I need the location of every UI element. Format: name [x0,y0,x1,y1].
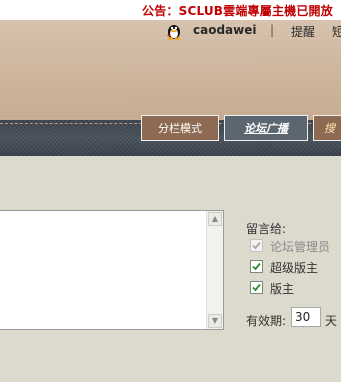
message-textarea[interactable]: ▲ ▼ [0,210,224,330]
moderator-label: 版主 [270,282,295,296]
announcement-text[interactable]: 公告：SCLUB雲端專屬主機已開放 [142,2,333,19]
checkmark-icon [252,262,261,271]
tab-search[interactable]: 搜 [313,115,341,141]
separator: | [270,23,275,37]
validity-label: 有效期: [246,314,287,328]
scroll-down-icon[interactable]: ▼ [208,314,222,328]
admin-label: 论坛管理员 [270,240,331,254]
qq-penguin-icon [165,22,183,40]
admin-checkbox[interactable] [250,239,263,252]
checkmark-icon [252,283,261,292]
tab-forum-broadcast[interactable]: 论坛广播 [224,115,308,141]
checkmark-icon [252,241,261,250]
scroll-up-icon[interactable]: ▲ [208,212,222,226]
validity-days-input[interactable] [291,307,321,327]
message-panel: ▲ ▼ 留言给: 论坛管理员 超级版主 版主 有效期: 天 [0,156,341,382]
site-header: caodawei | 提醒 短 分栏模式 论坛广播 搜 [0,20,341,141]
username-link[interactable]: caodawei [193,23,256,37]
tab-split-mode[interactable]: 分栏模式 [141,115,219,141]
super-moderator-label: 超级版主 [270,261,319,275]
announcement-bar: 公告：SCLUB雲端專屬主機已開放 [0,0,341,20]
reminder-link[interactable]: 提醒 [291,23,315,40]
textarea-scrollbar[interactable]: ▲ ▼ [206,211,223,329]
days-unit-label: 天 [325,314,338,328]
moderator-checkbox[interactable] [250,281,263,294]
message-to-label: 留言给: [246,222,287,236]
short-message-link[interactable]: 短 [332,23,341,40]
super-moderator-checkbox[interactable] [250,260,263,273]
